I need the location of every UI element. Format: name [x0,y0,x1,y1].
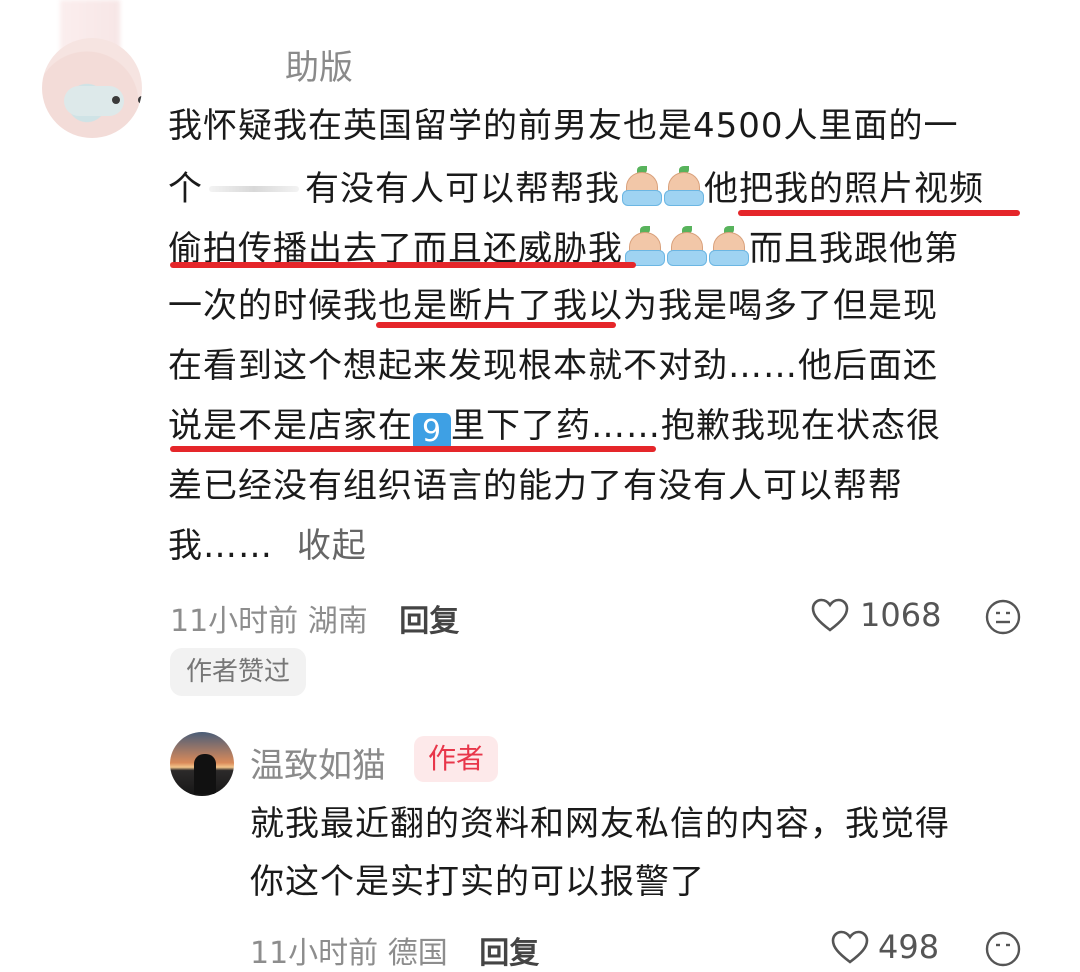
comment-text-line: 在看到这个想起来发现根本就不对劲……他后面还 [168,346,938,386]
emoji-icon[interactable] [984,598,1022,636]
author-liked-badge: 作者赞过 [170,648,307,696]
heart-icon[interactable] [810,596,850,636]
blurred-text [209,186,299,192]
comment-location: 湖南 [307,604,368,639]
highlight-underline [376,322,616,328]
comment-text: 个 [168,169,203,209]
comment-text: 说是不是店家在 [168,406,413,446]
emoji-icon[interactable] [984,930,1022,968]
comment-time: 11小时前 [170,604,299,639]
avatar[interactable] [42,38,142,138]
comment-text: 我…… [168,526,273,566]
avatar-eye [112,96,120,104]
crying-emoji-icon [707,226,749,266]
highlight-underline [170,262,636,268]
comment-text: 里下了药……抱歉我现在状态很 [451,406,941,446]
crying-emoji-icon [665,226,707,266]
avatar-silhouette [194,754,216,794]
comment-text: 而且我跟他第 [749,229,959,269]
comment-text: 以为我是喝多了但是现 [588,286,938,326]
crying-emoji-icon [623,226,665,266]
comment-text: 他把我的照片视频 [704,169,984,209]
comment-text-line: 差已经没有组织语言的能力了有没有人可以帮帮 [168,466,903,506]
comment-text-line: 说是不是店家在 9 里下了药……抱歉我现在状态很 [168,406,941,451]
reply-meta: 11小时前 德国 回复 [250,928,539,972]
comment-text: 我也是断片了我 [343,286,588,326]
author-badge: 作者 [414,736,499,782]
highlight-underline [738,210,1020,216]
collapse-link[interactable]: 收起 [297,526,367,566]
reply-avatar[interactable] [170,732,234,796]
comment-meta: 11小时前 湖南 回复 [170,596,459,640]
avatar-eye [138,96,142,104]
reply-button[interactable]: 回复 [399,604,459,639]
heart-icon[interactable] [830,928,870,968]
like-count: 498 [878,928,940,966]
highlight-underline [170,446,656,452]
like-count: 1068 [860,596,942,634]
comment-text-line: 一次的时候我也是断片了我以为我是喝多了但是现 [168,286,938,326]
comment-text-line: 我…… 收起 [168,526,367,566]
reply-text-line: 你这个是实打实的可以报警了 [250,862,705,902]
crying-emoji-icon [662,166,704,206]
comment-text: 一次的时候 [168,286,343,326]
comment-text-line: 个 有没有人可以帮帮我 他把我的照片视频 [168,166,984,209]
reply-username[interactable]: 温致如猫 [250,738,386,787]
comment-text-line: 我怀疑我在英国留学的前男友也是4500人里面的一 [168,106,959,146]
comment-username[interactable]: 助版 [285,40,353,89]
reply-text-line: 就我最近翻的资料和网友私信的内容，我觉得 [250,804,950,844]
comment-text: 有没有人可以帮帮我 [305,169,620,209]
crying-emoji-icon [620,166,662,206]
